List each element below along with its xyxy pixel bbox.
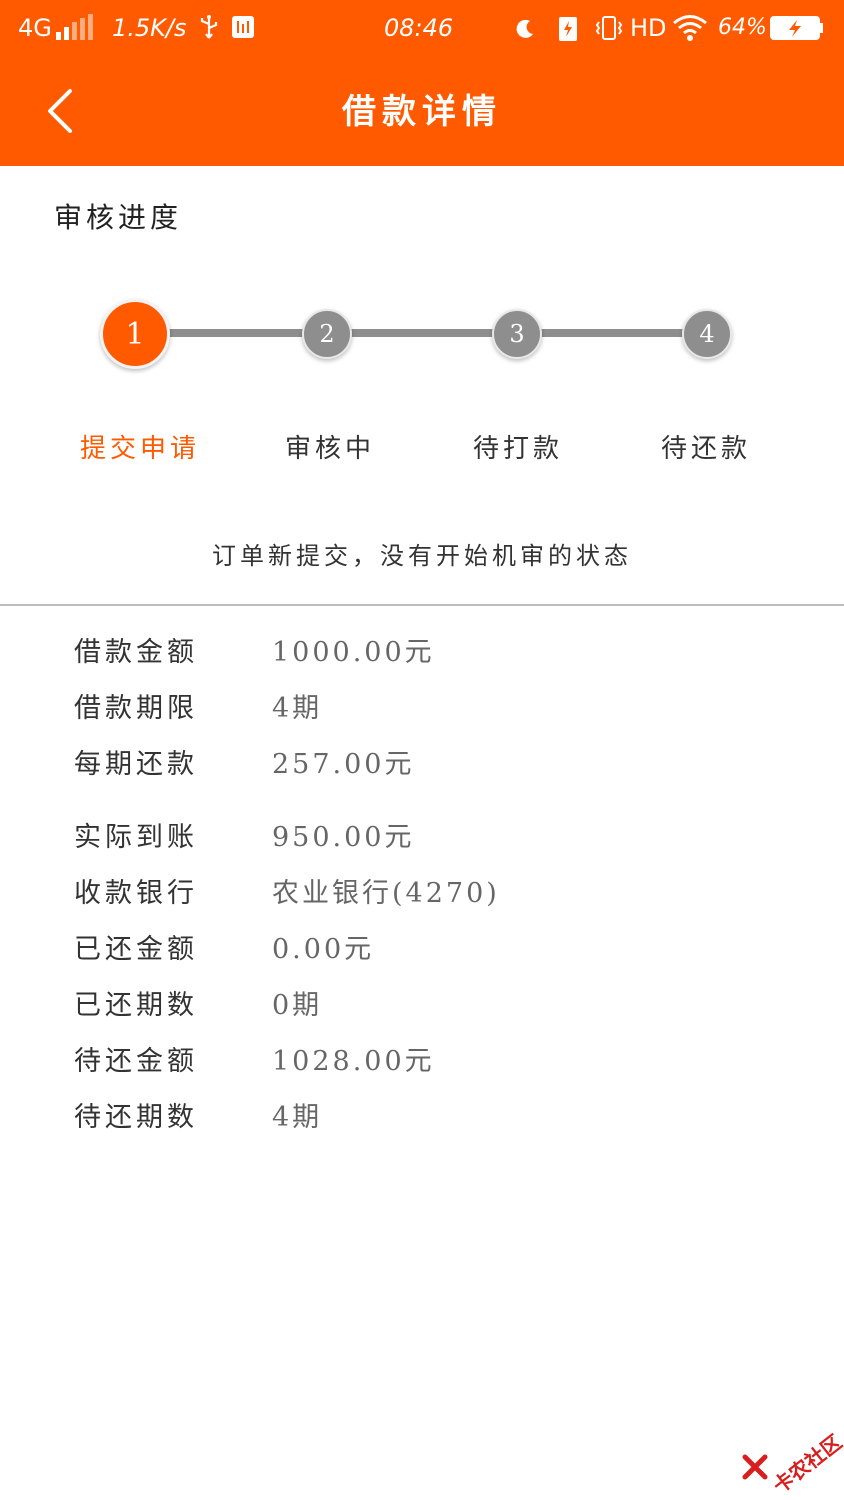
step-2-circle: 2: [302, 309, 352, 359]
detail-value: 1000.00元: [272, 637, 435, 668]
hd-indicator: HD: [630, 14, 667, 42]
progress-stepper: 1 2 3 4: [0, 290, 844, 380]
clock: 08:46: [384, 14, 454, 42]
detail-row: 每期还款 257.00元: [74, 742, 774, 782]
step-1-label: 提交申请: [79, 434, 200, 464]
section-title: 审核进度: [54, 201, 183, 234]
detail-row: 实际到账 950.00元: [74, 815, 774, 855]
signal-icon: [56, 14, 100, 40]
detail-value: 4期: [272, 693, 323, 724]
usb-icon: [200, 15, 218, 39]
moon-icon: [516, 19, 533, 38]
watermark: 卡农社区: [742, 1418, 844, 1498]
battery-icon: [770, 16, 823, 40]
step-3-circle: 3: [492, 309, 542, 359]
network-speed: 1.5K/s: [112, 14, 187, 42]
detail-value: 1028.00元: [272, 1046, 435, 1077]
charging-icon: [559, 17, 577, 41]
detail-row: 待还金额 1028.00元: [74, 1039, 774, 1079]
status-description: 订单新提交，没有开始机审的状态: [212, 542, 632, 570]
detail-value: 0.00元: [272, 934, 375, 965]
detail-value: 0期: [272, 990, 323, 1021]
step-3-label: 待打款: [472, 434, 563, 464]
step-connector: [168, 329, 308, 337]
detail-row: 已还金额 0.00元: [74, 927, 774, 967]
status-bar: 4G 1.5K/s 08:46 HD 64%: [0, 0, 844, 56]
detail-label: 收款银行: [74, 878, 198, 909]
app-bar: 借款详情: [0, 56, 844, 166]
detail-value: 950.00元: [272, 822, 415, 853]
sim-icon: [232, 16, 254, 38]
step-2-label: 审核中: [284, 434, 375, 464]
detail-row: 借款期限 4期: [74, 686, 774, 726]
detail-label: 借款期限: [74, 693, 198, 724]
detail-label: 借款金额: [74, 637, 198, 668]
detail-row: 借款金额 1000.00元: [74, 630, 774, 670]
battery-percent: 64%: [718, 15, 767, 40]
detail-label: 实际到账: [74, 822, 198, 853]
vibrate-icon: [595, 16, 623, 40]
step-connector: [538, 329, 686, 337]
step-connector: [350, 329, 496, 337]
network-type: 4G: [18, 14, 52, 42]
detail-value: 257.00元: [272, 749, 415, 780]
detail-label: 已还金额: [74, 934, 198, 965]
step-4-label: 待还款: [660, 434, 751, 464]
detail-row: 收款银行 农业银行(4270): [74, 871, 774, 911]
detail-label: 待还金额: [74, 1046, 198, 1077]
detail-row: 已还期数 0期: [74, 983, 774, 1023]
detail-value: 4期: [272, 1102, 323, 1133]
watermark-text: 卡农社区: [768, 1429, 844, 1499]
detail-label: 待还期数: [74, 1102, 198, 1133]
detail-value: 农业银行(4270): [272, 878, 500, 909]
detail-label: 已还期数: [74, 990, 198, 1021]
detail-row: 待还期数 4期: [74, 1095, 774, 1135]
step-4-circle: 4: [682, 309, 732, 359]
detail-label: 每期还款: [74, 749, 198, 780]
page-title: 借款详情: [342, 92, 502, 132]
divider: [0, 604, 844, 606]
wifi-icon: [673, 15, 707, 41]
watermark-logo-icon: [742, 1454, 768, 1480]
step-1-circle: 1: [100, 299, 170, 369]
